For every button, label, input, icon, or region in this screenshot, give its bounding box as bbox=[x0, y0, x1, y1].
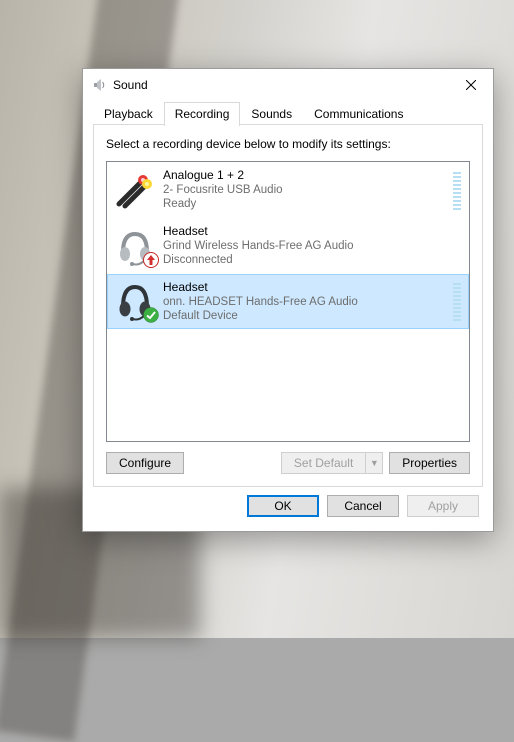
device-name: Headset bbox=[163, 224, 461, 239]
tab-sounds[interactable]: Sounds bbox=[240, 102, 303, 125]
device-status: Ready bbox=[163, 197, 447, 211]
chevron-down-icon[interactable]: ▼ bbox=[366, 452, 383, 474]
device-list-buttons: Configure Set Default ▼ Properties bbox=[106, 452, 470, 474]
device-name: Headset bbox=[163, 280, 447, 295]
set-default-button[interactable]: Set Default bbox=[281, 452, 366, 474]
device-item[interactable]: Headset Grind Wireless Hands-Free AG Aud… bbox=[107, 218, 469, 274]
tab-playback[interactable]: Playback bbox=[93, 102, 164, 125]
sound-dialog-window: Sound Playback Recording Sounds Communic… bbox=[82, 68, 494, 532]
sound-icon bbox=[91, 77, 107, 93]
headset-icon bbox=[113, 226, 157, 266]
disconnected-badge-icon bbox=[143, 252, 159, 268]
device-text: Headset onn. HEADSET Hands-Free AG Audio… bbox=[163, 280, 447, 324]
device-item[interactable]: Headset onn. HEADSET Hands-Free AG Audio… bbox=[107, 274, 469, 330]
rca-cable-icon bbox=[113, 170, 157, 210]
tab-communications[interactable]: Communications bbox=[303, 102, 414, 125]
ok-button[interactable]: OK bbox=[247, 495, 319, 517]
level-meter bbox=[453, 281, 461, 321]
recording-device-list[interactable]: Analogue 1 + 2 2- Focusrite USB Audio Re… bbox=[106, 161, 470, 442]
set-default-splitbutton[interactable]: Set Default ▼ bbox=[281, 452, 383, 474]
configure-button[interactable]: Configure bbox=[106, 452, 184, 474]
close-button[interactable] bbox=[448, 70, 493, 100]
prompt-text: Select a recording device below to modif… bbox=[106, 137, 470, 151]
apply-button[interactable]: Apply bbox=[407, 495, 479, 517]
titlebar[interactable]: Sound bbox=[83, 69, 493, 101]
device-status: Default Device bbox=[163, 309, 447, 323]
device-text: Analogue 1 + 2 2- Focusrite USB Audio Re… bbox=[163, 168, 447, 212]
recording-tab-page: Select a recording device below to modif… bbox=[93, 125, 483, 487]
tab-strip: Playback Recording Sounds Communications bbox=[83, 101, 493, 125]
device-text: Headset Grind Wireless Hands-Free AG Aud… bbox=[163, 224, 461, 268]
device-status: Disconnected bbox=[163, 253, 461, 267]
properties-button[interactable]: Properties bbox=[389, 452, 470, 474]
level-meter bbox=[453, 170, 461, 210]
close-icon bbox=[466, 80, 476, 90]
headset-icon bbox=[113, 281, 157, 321]
device-name: Analogue 1 + 2 bbox=[163, 168, 447, 183]
window-title: Sound bbox=[113, 78, 448, 92]
device-desc: onn. HEADSET Hands-Free AG Audio bbox=[163, 295, 447, 309]
cancel-button[interactable]: Cancel bbox=[327, 495, 399, 517]
device-desc: 2- Focusrite USB Audio bbox=[163, 183, 447, 197]
dialog-button-row: OK Cancel Apply bbox=[83, 495, 493, 531]
device-item[interactable]: Analogue 1 + 2 2- Focusrite USB Audio Re… bbox=[107, 162, 469, 218]
default-check-badge-icon bbox=[143, 307, 159, 323]
tab-recording[interactable]: Recording bbox=[164, 102, 241, 126]
device-desc: Grind Wireless Hands-Free AG Audio bbox=[163, 239, 461, 253]
